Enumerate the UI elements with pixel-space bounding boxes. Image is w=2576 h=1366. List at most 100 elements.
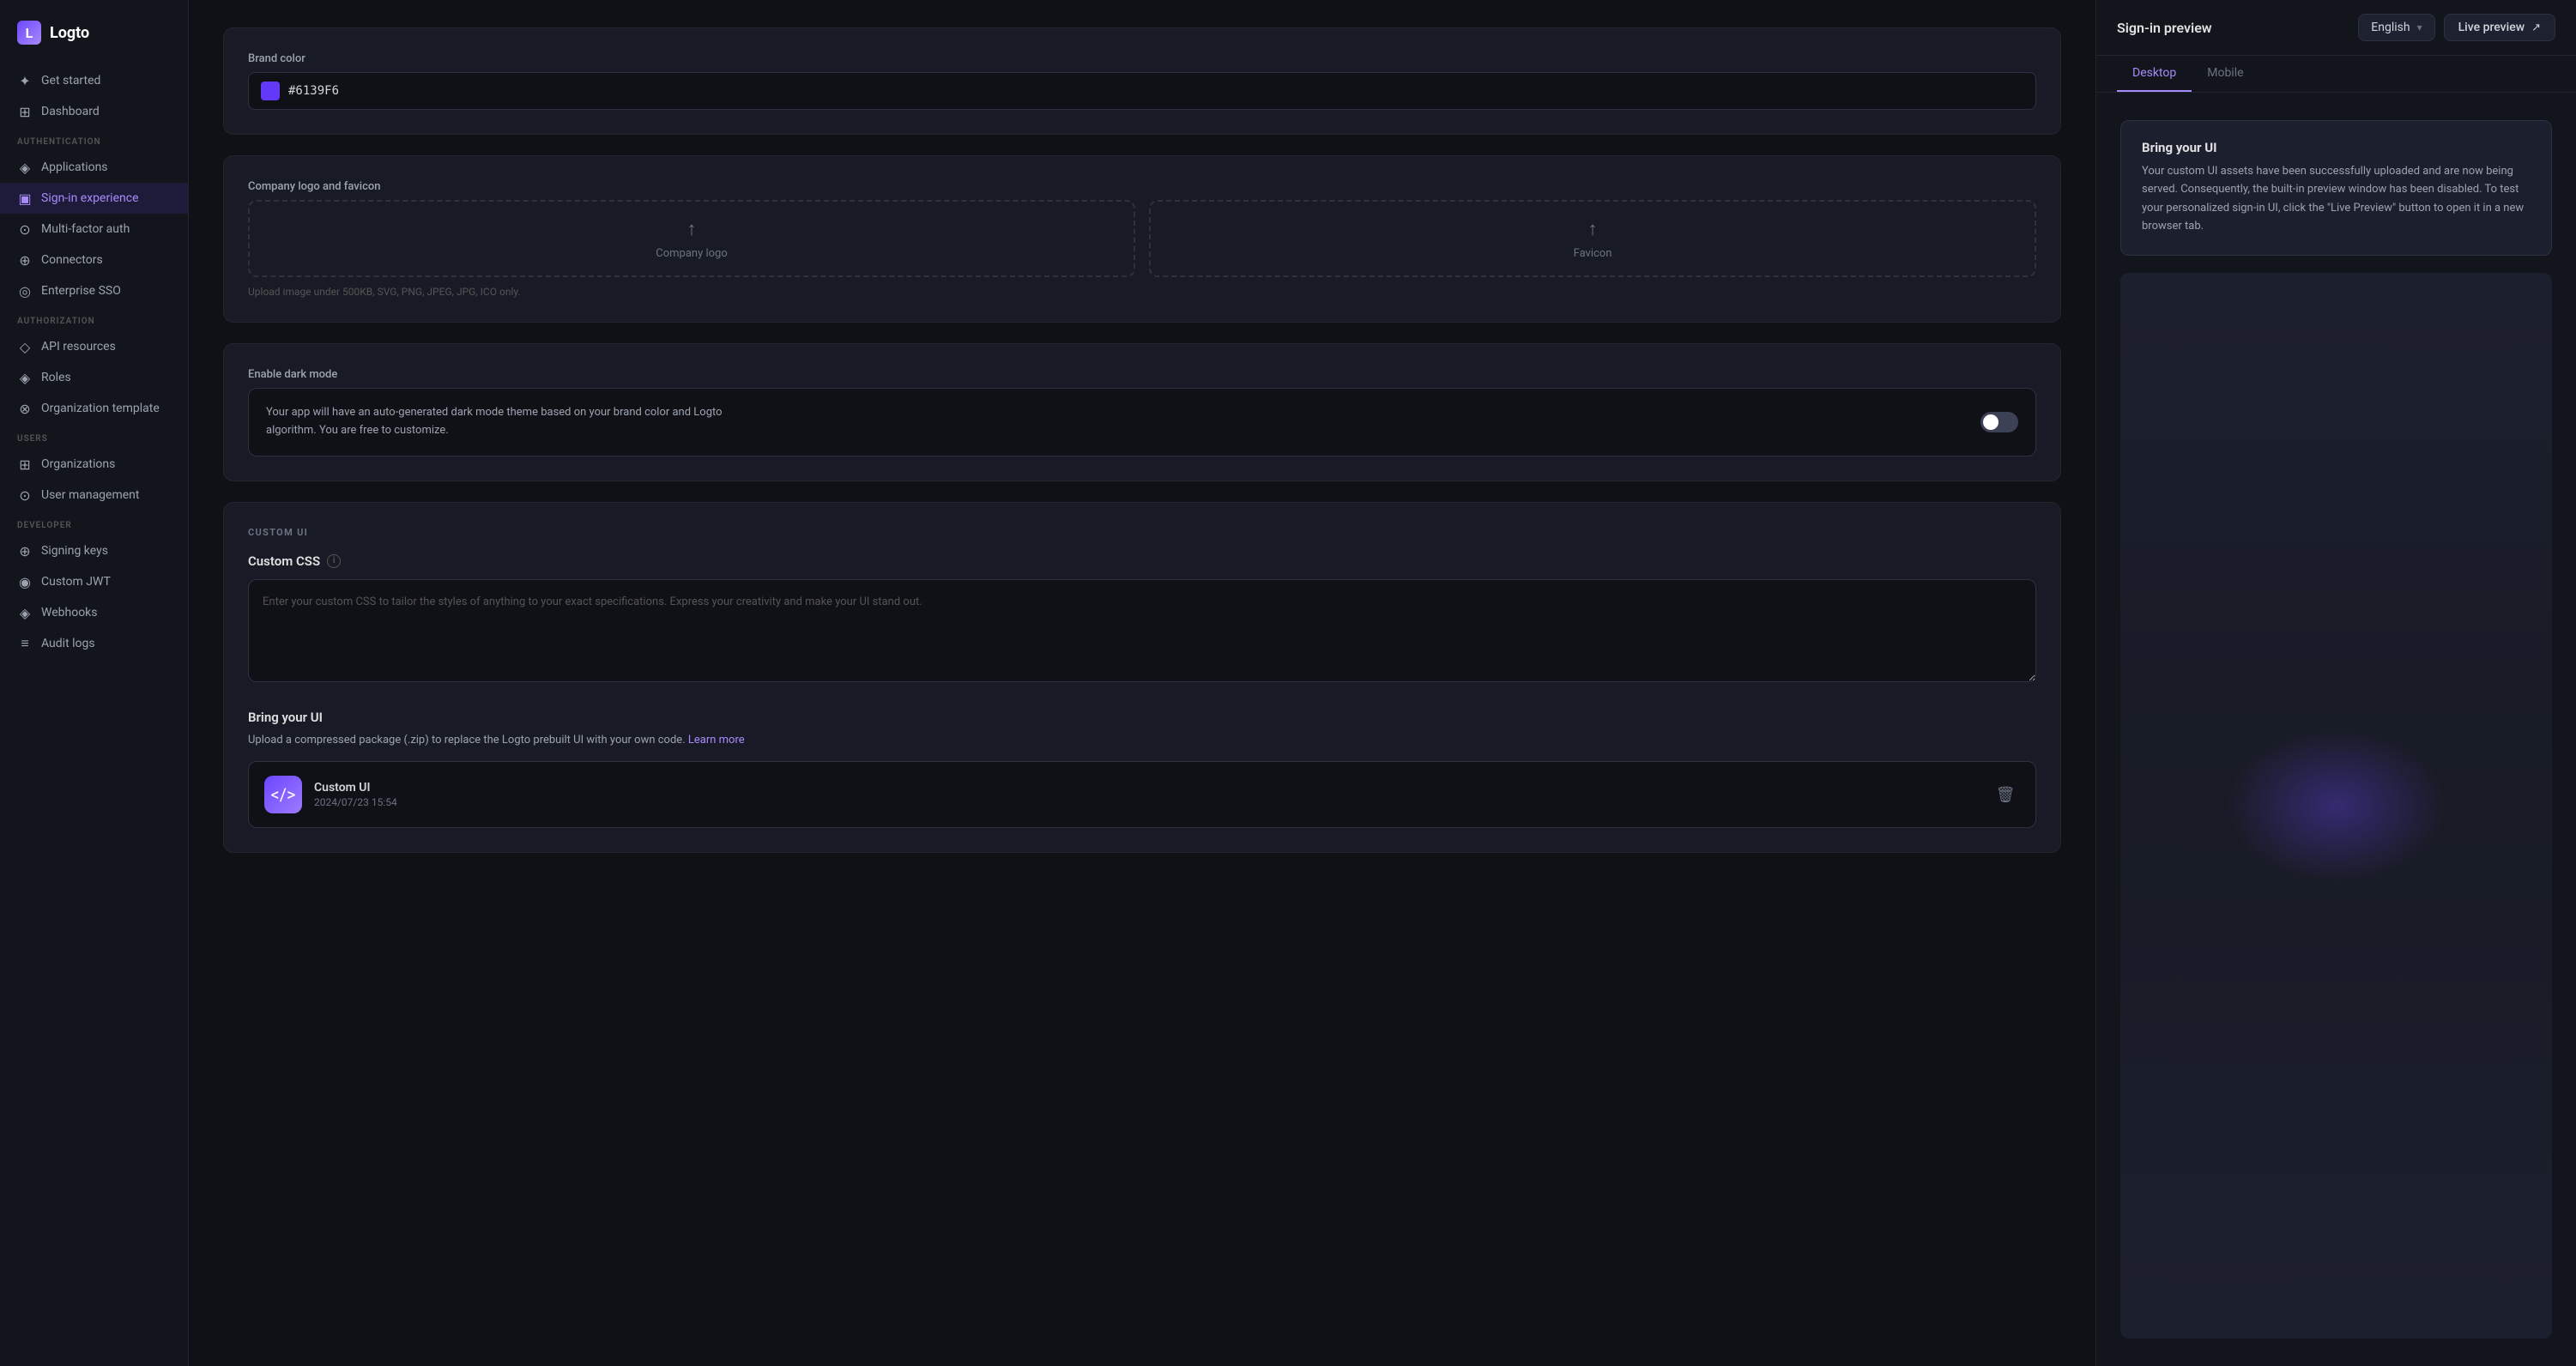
favicon-label: Favicon [1574,247,1612,260]
sidebar-label-api-resources: API resources [41,340,116,354]
logo-favicon-label: Company logo and favicon [248,180,2036,193]
dropdown-chevron: ▾ [2417,21,2422,33]
bring-ui-desc: Upload a compressed package (.zip) to re… [248,732,2036,750]
preview-msg-title: Bring your UI [2142,140,2531,155]
sidebar-icon-multi-factor-auth: ⊙ [17,221,33,237]
custom-ui-date: 2024/07/23 15:54 [314,796,1979,808]
sidebar-section-authorization: Authorization [0,306,188,331]
toggle-knob [1983,414,1999,430]
color-input-row[interactable]: #6139F6 [248,72,2036,110]
tab-mobile[interactable]: Mobile [2192,56,2259,92]
sidebar-item-dashboard[interactable]: ⊞ Dashboard [0,96,188,127]
sidebar-item-custom-jwt[interactable]: ◉ Custom JWT [0,566,188,597]
color-swatch [261,82,280,100]
preview-panel: Sign-in preview English ▾ Live preview ↗… [2095,0,2576,1366]
sidebar-item-organization-template[interactable]: ⊗ Organization template [0,393,188,424]
brand-color-label: Brand color [248,52,2036,65]
sidebar-item-api-resources[interactable]: ◇ API resources [0,331,188,362]
sidebar-icon-organizations: ⊞ [17,456,33,472]
preview-content: Bring your UI Your custom UI assets have… [2096,93,2576,1366]
dark-mode-description: Your app will have an auto-generated dar… [266,404,747,440]
delete-custom-ui-button[interactable]: 🗑 [1991,780,2020,809]
sidebar-nav: ✦ Get started ⊞ Dashboard Authentication ◈ App… [0,65,188,659]
sidebar-item-roles[interactable]: ◈Roles [0,362,188,393]
upload-hint: Upload image under 500KB, SVG, PNG, JPEG… [248,286,2036,298]
sidebar-item-sign-in-experience[interactable]: ▣ Sign-in experience [0,183,188,214]
sidebar-item-audit-logs[interactable]: ≡Audit logs [0,628,188,659]
custom-css-header: Custom CSS i [248,553,2036,569]
sidebar-icon-sign-in-experience: ▣ [17,190,33,206]
dark-mode-label: Enable dark mode [248,368,2036,381]
preview-glow [2225,728,2448,883]
sidebar-section-authentication: Authentication [0,127,188,152]
sidebar-icon-audit-logs: ≡ [17,636,33,651]
custom-ui-icon: </> [264,776,302,813]
company-logo-label: Company logo [656,247,728,260]
sidebar-icon-organization-template: ⊗ [17,401,33,416]
main-area: Brand color #6139F6 Company logo and fav… [189,0,2095,1366]
sidebar-item-get-started[interactable]: ✦ Get started [0,65,188,96]
dark-mode-toggle[interactable] [1980,412,2018,432]
sidebar: L Logto ✦ Get started ⊞ Dashboard Authentica… [0,0,189,1366]
tab-desktop[interactable]: Desktop [2117,56,2192,92]
custom-css-title: Custom CSS [248,553,320,569]
custom-css-textarea[interactable] [248,579,2036,682]
sidebar-label-organization-template: Organization template [41,402,160,415]
sidebar-label-enterprise-sso: Enterprise SSO [41,284,121,298]
custom-ui-info: Custom UI 2024/07/23 15:54 [314,781,1979,808]
external-link-icon: ↗ [2531,21,2541,34]
sidebar-icon-user-management: ⊙ [17,487,33,503]
sidebar-label-custom-jwt: Custom JWT [41,575,111,589]
sidebar-label-dashboard: Dashboard [41,105,100,118]
preview-header-right: English ▾ Live preview ↗ [2358,14,2555,41]
preview-msg-text: Your custom UI assets have been successf… [2142,162,2531,236]
sidebar-label-roles: Roles [41,371,71,384]
sidebar-item-connectors[interactable]: ⊕Connectors [0,245,188,275]
sidebar-item-enterprise-sso[interactable]: ◎ Enterprise SSO [0,275,188,306]
upload-icon: ↑ [687,218,697,240]
custom-ui-section: CUSTOM UI Custom CSS i Bring your UI Upl… [223,502,2061,854]
sidebar-icon-connectors: ⊕ [17,252,33,268]
sidebar-item-organizations[interactable]: ⊞Organizations [0,449,188,480]
language-dropdown[interactable]: English ▾ [2358,14,2434,41]
logo-icon: L [17,21,41,45]
sidebar-label-applications: Applications [41,160,108,174]
sidebar-label-user-management: User management [41,488,139,502]
sidebar-icon-applications: ◈ [17,160,33,175]
sidebar-item-webhooks[interactable]: ◈Webhooks [0,597,188,628]
sidebar-label-multi-factor-auth: Multi-factor auth [41,222,130,236]
company-logo-upload[interactable]: ↑ Company logo [248,200,1135,277]
sidebar-icon-api-resources: ◇ [17,339,33,354]
color-value: #6139F6 [288,84,339,98]
info-icon[interactable]: i [327,554,341,568]
favicon-upload[interactable]: ↑ Favicon [1149,200,2036,277]
sidebar-logo: L Logto [0,14,188,65]
sidebar-section-users: Users [0,424,188,449]
sidebar-icon-enterprise-sso: ◎ [17,283,33,299]
preview-title: Sign-in preview [2117,20,2212,36]
bring-ui-container: Bring your UI Upload a compressed packag… [248,710,2036,829]
dark-mode-section: Enable dark mode Your app will have an a… [223,343,2061,481]
sidebar-section-developer: Developer [0,511,188,535]
language-value: English [2371,21,2410,34]
custom-ui-name: Custom UI [314,781,1979,795]
dark-mode-row: Your app will have an auto-generated dar… [248,388,2036,456]
learn-more-link[interactable]: Learn more [688,734,745,746]
sidebar-icon-dashboard: ⊞ [17,104,33,119]
sidebar-label-get-started: Get started [41,74,100,88]
upload-icon-2: ↑ [1588,218,1598,240]
preview-message-box: Bring your UI Your custom UI assets have… [2120,120,2552,256]
preview-tabs: Desktop Mobile [2096,56,2576,93]
sidebar-icon-signing-keys: ⊕ [17,543,33,559]
sidebar-icon-webhooks: ◈ [17,605,33,620]
sidebar-icon-get-started: ✦ [17,73,33,88]
sidebar-label-sign-in-experience: Sign-in experience [41,191,139,205]
sidebar-item-applications[interactable]: ◈ Applications [0,152,188,183]
custom-ui-section-label: CUSTOM UI [248,527,2036,538]
live-preview-button[interactable]: Live preview ↗ [2444,14,2555,41]
sidebar-icon-custom-jwt: ◉ [17,574,33,589]
main-content: Brand color #6139F6 Company logo and fav… [189,0,2095,1366]
sidebar-item-user-management[interactable]: ⊙ User management [0,480,188,511]
sidebar-item-multi-factor-auth[interactable]: ⊙ Multi-factor auth [0,214,188,245]
sidebar-item-signing-keys[interactable]: ⊕Signing keys [0,535,188,566]
